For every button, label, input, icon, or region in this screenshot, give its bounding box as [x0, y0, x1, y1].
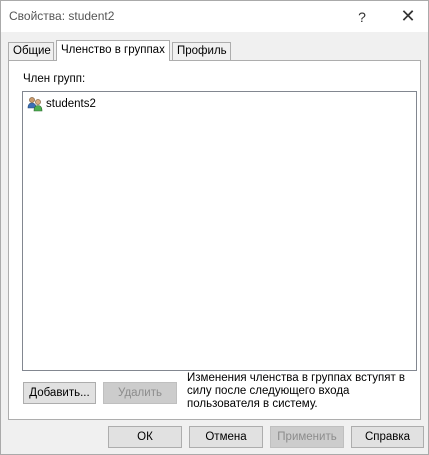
ok-button[interactable]: ОК	[108, 426, 182, 448]
groups-listbox[interactable]: students2	[22, 91, 417, 371]
membership-note: Изменения членства в группах вступят в с…	[187, 372, 406, 410]
properties-dialog: Свойства: student2 ? ✕ Общие Членство в …	[0, 0, 429, 455]
help-button[interactable]: Справка	[351, 426, 424, 448]
apply-button[interactable]: Применить	[270, 426, 344, 448]
add-button[interactable]: Добавить...	[23, 382, 96, 404]
close-icon[interactable]: ✕	[391, 1, 425, 32]
tab-general[interactable]: Общие	[8, 42, 54, 60]
group-name: students2	[46, 98, 96, 110]
list-item[interactable]: students2	[27, 96, 96, 112]
member-of-label: Член групп:	[23, 73, 86, 85]
help-icon[interactable]: ?	[345, 1, 379, 32]
tab-group-membership[interactable]: Членство в группах	[56, 40, 170, 61]
title-bar: Свойства: student2 ? ✕	[1, 1, 428, 32]
tab-panel: Член групп: students2 Добавить... Удалит…	[8, 60, 421, 420]
group-icon	[27, 97, 43, 112]
remove-button[interactable]: Удалить	[103, 382, 177, 404]
tab-profile[interactable]: Профиль	[172, 42, 231, 60]
window-title: Свойства: student2	[9, 9, 115, 23]
cancel-button[interactable]: Отмена	[189, 426, 263, 448]
